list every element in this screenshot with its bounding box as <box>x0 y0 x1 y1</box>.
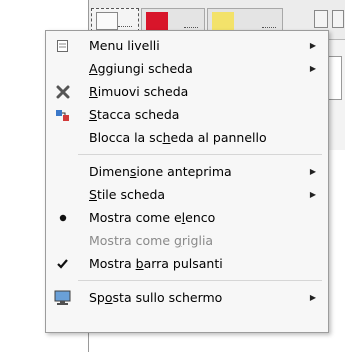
tab-label-placeholder <box>262 24 276 28</box>
mnemonic-letter: b <box>135 256 144 271</box>
tab-label-placeholder <box>184 24 198 28</box>
menu-item-tab-style[interactable]: Stile scheda ▶ <box>46 183 328 206</box>
mnemonic-letter: A <box>89 61 98 76</box>
menu-item-preview-size[interactable]: Dimensione anteprima ▶ <box>46 160 328 183</box>
mnemonic-letter: l <box>181 210 186 225</box>
menu-item-show-button-bar[interactable]: Mostra barra pulsanti <box>46 252 328 275</box>
menu-item-label: Menu livelli <box>89 38 160 53</box>
menu-item-layers-menu[interactable]: Menu livelli ▶ <box>46 34 328 57</box>
tab-thumbnail <box>146 12 168 30</box>
mnemonic-letter: S <box>89 187 97 202</box>
tab-scroll-left-button[interactable] <box>314 10 328 28</box>
tab-1[interactable] <box>91 8 139 32</box>
menu-item-label: Blocca la scheda al pannello <box>89 130 267 145</box>
mnemonic-letter: h <box>162 130 171 145</box>
menu-item-label: Stile scheda <box>89 187 166 202</box>
mnemonic-letter: R <box>89 84 98 99</box>
menu-item-view-as-list[interactable]: Mostra come elenco <box>46 206 328 229</box>
menu-item-label: Rimuovi scheda <box>89 84 189 99</box>
menu-item-lock-tab-to-dock[interactable]: Blocca la scheda al pannello <box>46 126 328 149</box>
tab-label-placeholder <box>118 23 132 27</box>
menu-item-label: Stacca scheda <box>89 107 180 122</box>
menu-item-label: Mostra come griglia <box>89 233 214 248</box>
context-menu: Menu livelli ▶ Aggiungi scheda ▶ Rimuovi… <box>45 30 329 333</box>
tab-3[interactable] <box>207 8 283 32</box>
check-icon <box>54 255 71 272</box>
mnemonic-letter: o <box>104 290 113 305</box>
submenu-arrow-icon: ▶ <box>309 64 316 73</box>
submenu-arrow-icon: ▶ <box>309 167 316 176</box>
menu-separator <box>78 280 322 281</box>
mnemonic-letter: S <box>89 107 97 122</box>
submenu-arrow-icon: ▶ <box>309 190 316 199</box>
menu-separator <box>78 154 322 155</box>
layers-icon <box>54 37 71 54</box>
menu-item-label: Dimensione anteprima <box>89 164 232 179</box>
menu-item-label: Sposta sullo schermo <box>89 290 223 305</box>
menu-item-label: Mostra barra pulsanti <box>89 256 223 271</box>
menu-item-detach-tab[interactable]: Stacca scheda <box>46 103 328 126</box>
menu-item-view-as-grid: Mostra come griglia <box>46 229 328 252</box>
menu-item-remove-tab[interactable]: Rimuovi scheda <box>46 80 328 103</box>
detach-icon <box>54 106 71 123</box>
mnemonic-letter: g <box>173 233 182 248</box>
radio-dot-icon <box>54 209 71 226</box>
tab-thumbnail <box>96 12 118 30</box>
menu-item-label: Mostra come elenco <box>89 210 216 225</box>
mnemonic-letter: s <box>129 164 137 179</box>
submenu-arrow-icon: ▶ <box>309 41 316 50</box>
tab-thumbnail <box>212 12 234 30</box>
menu-item-add-tab[interactable]: Aggiungi scheda ▶ <box>46 57 328 80</box>
menu-item-label: Aggiungi scheda <box>89 61 193 76</box>
tab-scroll-right-button[interactable] <box>332 10 344 28</box>
submenu-arrow-icon: ▶ <box>309 293 316 302</box>
menu-item-move-to-screen[interactable]: Sposta sullo schermo ▶ <box>46 286 328 309</box>
remove-x-icon <box>54 83 71 100</box>
tab-2[interactable] <box>141 8 205 32</box>
monitor-icon <box>54 289 71 306</box>
